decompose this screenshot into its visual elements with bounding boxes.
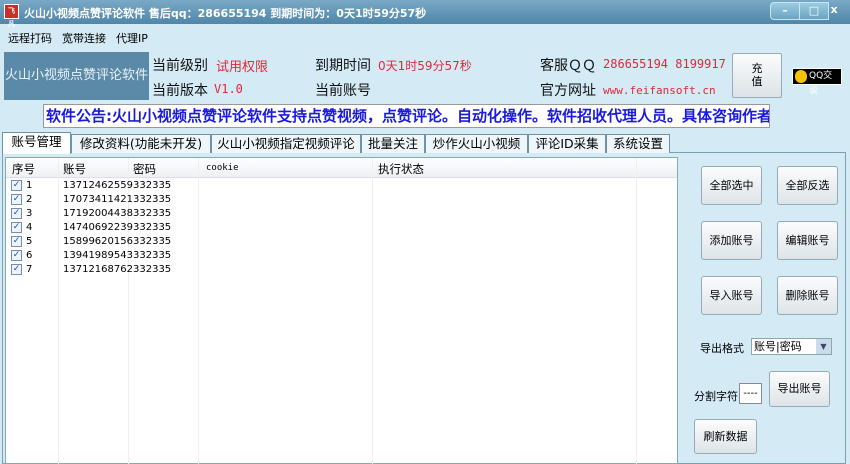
table-row[interactable]: ✓ 3 17192004438 332335 [6,207,677,221]
website-label: 官方网址 [540,83,596,99]
select-all-button[interactable]: 全部选中 [701,166,762,205]
row-password: 332335 [133,208,172,219]
row-no: 3 [26,208,33,219]
separator-input[interactable]: ---- [739,383,762,404]
row-account: 13941989543 [63,250,133,261]
row-checkbox[interactable]: ✓ [11,194,22,205]
export-format-value: 账号|密码 [754,340,802,353]
row-account: 17192004438 [63,208,133,219]
qq-chat-label: QQ交谈 [809,71,833,96]
support-qq-value: 286655194 8199917 [603,57,726,71]
export-format-label: 导出格式 [700,342,744,355]
expire-value: 0天1时59分57秒 [378,59,472,73]
row-account: 14740692239 [63,222,133,233]
tab-system-settings[interactable]: 系统设置 [606,134,670,153]
expire-label: 到期时间 [315,58,371,74]
refresh-data-button[interactable]: 刷新数据 [694,419,757,454]
import-account-button[interactable]: 导入账号 [701,276,762,315]
level-value: 试用权限 [216,60,269,75]
row-checkbox[interactable]: ✓ [11,208,22,219]
row-password: 332335 [133,222,172,233]
row-checkbox[interactable]: ✓ [11,264,22,275]
menu-broadband[interactable]: 宽带连接 [62,30,106,46]
row-account: 13712462559 [63,180,133,191]
tab-video-comment[interactable]: 火山小视频指定视频评论 [211,134,361,153]
table-row[interactable]: ✓ 4 14740692239 332335 [6,221,677,235]
export-account-button[interactable]: 导出账号 [769,371,830,407]
row-no: 7 [26,264,33,275]
level-label: 当前级别 [152,58,208,74]
version-label: 当前版本 [152,83,208,99]
table-row[interactable]: ✓ 5 15899620156 332335 [6,235,677,249]
table-header: 序号 账号 密码 cookie 执行状态 [6,158,677,178]
col-account[interactable]: 账号 [63,161,86,177]
row-account: 17073411421 [63,194,133,205]
row-checkbox[interactable]: ✓ [11,250,22,261]
version-value: V1.0 [214,82,243,96]
website-link[interactable]: www.feifansoft.cn [603,84,716,97]
tab-account-management[interactable]: 账号管理 [2,132,71,154]
tab-edit-profile[interactable]: 修改资料(功能未开发) [71,134,211,153]
tab-promote-video[interactable]: 炒作火山小视频 [425,134,528,153]
col-no[interactable]: 序号 [12,161,35,177]
col-password[interactable]: 密码 [133,161,156,177]
row-no: 1 [26,180,33,191]
delete-account-button[interactable]: 删除账号 [777,276,838,315]
table-row[interactable]: ✓ 6 13941989543 332335 [6,249,677,263]
table-row[interactable]: ✓ 1 13712462559 332335 [6,179,677,193]
account-label: 当前账号 [315,83,371,99]
app-logo-banner: 火山小视频点赞评论软件 [4,52,149,100]
menu-proxy-ip[interactable]: 代理IP [116,30,148,46]
row-no: 6 [26,250,33,261]
app-icon: 飞凡 [4,4,19,28]
export-format-select[interactable]: 账号|密码 ▼ [751,338,832,355]
row-account: 13712168762 [63,264,133,275]
window-title: 火山小视频点赞评论软件 售后qq：286655194 到期时间为：0天1时59分… [24,7,427,20]
invert-selection-button[interactable]: 全部反选 [777,166,838,205]
row-no: 2 [26,194,33,205]
row-password: 332335 [133,250,172,261]
table-row[interactable]: ✓ 7 13712168762 332335 [6,263,677,277]
row-password: 332335 [133,194,172,205]
support-qq-label: 客服ＱＱ [540,58,596,74]
row-checkbox[interactable]: ✓ [11,180,22,191]
row-password: 332335 [133,180,172,191]
edit-account-button[interactable]: 编辑账号 [777,221,838,260]
row-checkbox[interactable]: ✓ [11,222,22,233]
tab-comment-id-collect[interactable]: 评论ID采集 [528,134,606,153]
table-row[interactable]: ✓ 2 17073411421 332335 [6,193,677,207]
recharge-button[interactable]: 充 值 [732,53,782,98]
tab-batch-follow[interactable]: 批量关注 [361,134,425,153]
qq-chat-button[interactable]: QQ交谈 [792,68,842,96]
chevron-down-icon[interactable]: ▼ [816,339,831,354]
announcement-bar: 软件公告:火山小视频点赞评论软件支持点赞视频，点赞评论。自动化操作。软件招收代理… [43,104,770,128]
account-table[interactable]: 序号 账号 密码 cookie 执行状态 ✓ 1 13712462559 332… [5,157,678,464]
row-password: 332335 [133,236,172,247]
qq-penguin-icon [795,70,807,83]
row-checkbox[interactable]: ✓ [11,236,22,247]
minimize-button[interactable]: – [770,2,800,20]
title-bar: 飞凡 火山小视频点赞评论软件 售后qq：286655194 到期时间为：0天1时… [0,0,850,28]
add-account-button[interactable]: 添加账号 [701,221,762,260]
separator-label: 分割字符 [694,390,738,403]
col-status[interactable]: 执行状态 [378,161,424,177]
row-password: 332335 [133,264,172,275]
row-no: 5 [26,236,33,247]
col-cookie[interactable]: cookie [206,163,239,173]
close-button[interactable]: x [820,2,848,20]
menu-remote-captcha[interactable]: 远程打码 [8,30,52,46]
row-no: 4 [26,222,33,233]
row-account: 15899620156 [63,236,133,247]
